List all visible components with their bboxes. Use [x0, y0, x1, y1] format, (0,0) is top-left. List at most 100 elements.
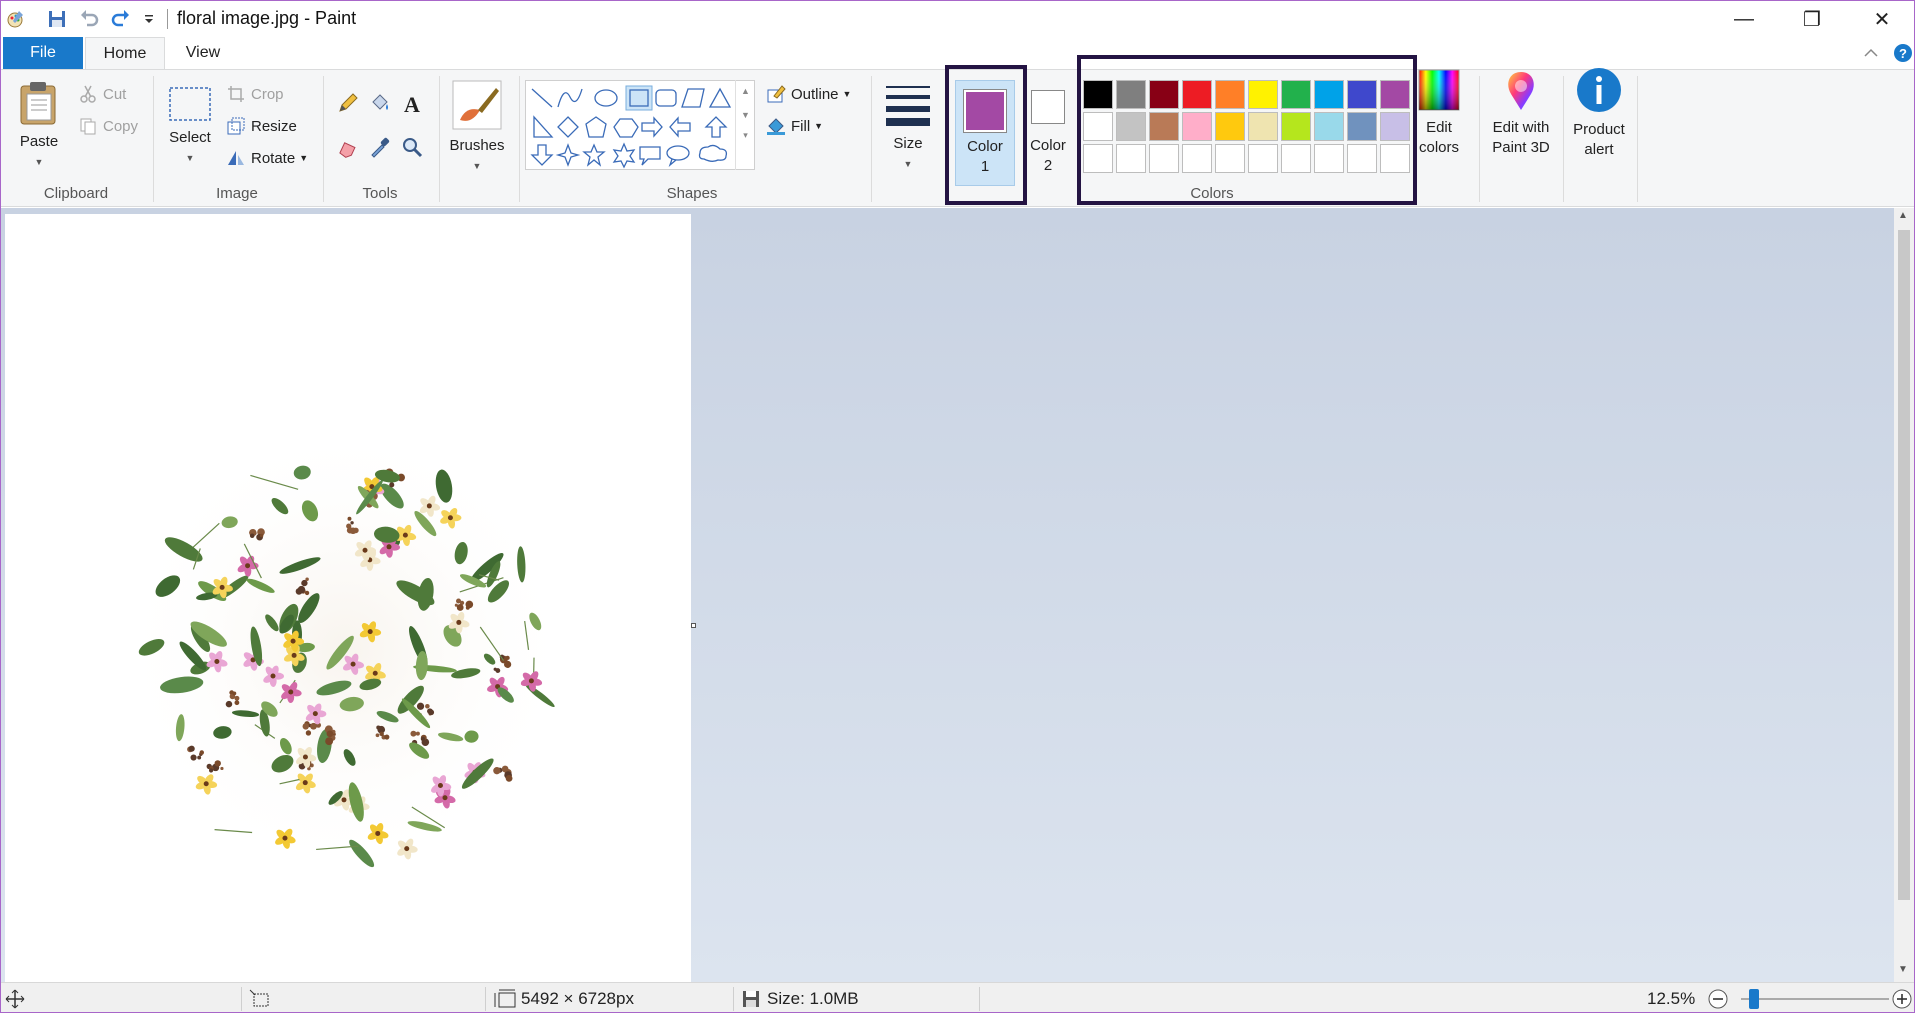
- copy-button[interactable]: Copy: [77, 114, 138, 138]
- size-dropdown-icon[interactable]: ▼: [881, 154, 935, 174]
- tab-view[interactable]: View: [165, 37, 241, 69]
- palette-swatch[interactable]: [1083, 112, 1113, 141]
- pencil-icon[interactable]: [335, 90, 361, 116]
- color1-button[interactable]: Color 1: [955, 80, 1015, 186]
- color-picker-icon[interactable]: [367, 134, 393, 160]
- close-button[interactable]: ✕: [1853, 1, 1911, 37]
- paint3d-icon: [1508, 72, 1534, 110]
- group-separator: [1563, 76, 1564, 202]
- palette-swatch[interactable]: [1380, 112, 1410, 141]
- crop-label: Crop: [251, 85, 284, 103]
- customize-quick-access-icon[interactable]: [141, 7, 157, 31]
- custom-color-slot[interactable]: [1281, 144, 1311, 173]
- drawing-canvas[interactable]: [5, 214, 691, 984]
- canvas-resize-handle[interactable]: [691, 623, 696, 628]
- custom-color-slot[interactable]: [1083, 144, 1113, 173]
- scroll-up-icon[interactable]: ▲: [1898, 210, 1908, 221]
- magnifier-icon[interactable]: [399, 134, 425, 160]
- crop-button[interactable]: Crop: [225, 82, 284, 106]
- minimize-icon: —: [1734, 7, 1754, 30]
- palette-swatch[interactable]: [1281, 80, 1311, 109]
- copy-label: Copy: [103, 117, 139, 135]
- paint-app-icon[interactable]: [3, 7, 27, 31]
- brushes-button[interactable]: Brushes ▼: [445, 80, 509, 176]
- custom-color-slot[interactable]: [1149, 144, 1179, 173]
- edit-colors-label: Edit: [1426, 119, 1452, 136]
- edit-with-paint3d-button[interactable]: Edit with Paint 3D: [1483, 70, 1559, 158]
- zoom-slider-track[interactable]: [1741, 998, 1889, 1000]
- clipboard-group-label: Clipboard: [43, 185, 109, 202]
- undo-icon[interactable]: [77, 7, 101, 31]
- save-icon[interactable]: [45, 7, 69, 31]
- custom-color-slot[interactable]: [1347, 144, 1377, 173]
- select-dropdown-icon[interactable]: ▼: [163, 148, 217, 168]
- resize-button[interactable]: Resize: [225, 114, 297, 138]
- palette-swatch[interactable]: [1149, 112, 1179, 141]
- cut-button[interactable]: Cut: [77, 82, 126, 106]
- paste-button[interactable]: Paste ▼: [11, 80, 67, 172]
- dimensions-text: 5492 × 6728px: [521, 989, 634, 1008]
- restore-button[interactable]: ❐: [1783, 1, 1841, 37]
- custom-color-slot[interactable]: [1182, 144, 1212, 173]
- palette-swatch[interactable]: [1248, 80, 1278, 109]
- collapse-ribbon-icon[interactable]: [1861, 43, 1881, 63]
- zoom-slider-thumb[interactable]: [1749, 989, 1759, 1009]
- tab-file[interactable]: File: [3, 37, 83, 69]
- outline-button[interactable]: Outline ▼: [765, 82, 851, 106]
- palette-swatch[interactable]: [1116, 112, 1146, 141]
- palette-swatch[interactable]: [1347, 112, 1377, 141]
- color1-swatch: [963, 89, 1007, 133]
- palette-swatch[interactable]: [1314, 80, 1344, 109]
- color2-button[interactable]: Color 2: [1023, 80, 1075, 186]
- group-separator: [519, 76, 520, 202]
- palette-swatch[interactable]: [1215, 80, 1245, 109]
- tab-home[interactable]: Home: [85, 37, 165, 69]
- select-button[interactable]: Select ▼: [163, 86, 217, 168]
- size-button[interactable]: Size ▼: [881, 82, 935, 174]
- edit-colors-button[interactable]: Edit colors: [1409, 69, 1469, 158]
- eraser-icon[interactable]: [335, 134, 361, 160]
- scroll-down-icon[interactable]: ▼: [1898, 964, 1908, 975]
- custom-color-slot[interactable]: [1116, 144, 1146, 173]
- palette-swatch[interactable]: [1182, 80, 1212, 109]
- palette-swatch[interactable]: [1083, 80, 1113, 109]
- palette-swatch[interactable]: [1116, 80, 1146, 109]
- fill-button[interactable]: Fill ▼: [765, 114, 823, 138]
- disk-icon: [743, 991, 759, 1007]
- palette-swatch[interactable]: [1380, 80, 1410, 109]
- shapes-gallery: [525, 80, 755, 170]
- palette-swatch[interactable]: [1149, 80, 1179, 109]
- zoom-out-button[interactable]: [1707, 983, 1729, 1012]
- palette-swatch[interactable]: [1347, 80, 1377, 109]
- paste-dropdown-icon[interactable]: ▼: [11, 152, 67, 172]
- custom-color-slot[interactable]: [1314, 144, 1344, 173]
- shapes-scroll-up-icon[interactable]: ▲: [736, 86, 755, 96]
- custom-color-slot[interactable]: [1248, 144, 1278, 173]
- redo-icon[interactable]: [109, 7, 133, 31]
- shapes-gallery-scroll[interactable]: ▲ ▼ ▾: [735, 80, 755, 170]
- text-tool-icon[interactable]: A: [399, 90, 425, 116]
- brushes-dropdown-icon[interactable]: ▼: [445, 156, 509, 176]
- palette-swatch[interactable]: [1281, 112, 1311, 141]
- help-icon[interactable]: ?: [1893, 43, 1913, 63]
- minimize-button[interactable]: —: [1715, 1, 1773, 37]
- colors-group-label: Colors: [1190, 185, 1234, 202]
- zoom-in-button[interactable]: [1891, 983, 1913, 1012]
- palette-swatch[interactable]: [1182, 112, 1212, 141]
- copy-icon: [77, 115, 99, 137]
- product-alert-button[interactable]: Product alert: [1565, 68, 1633, 160]
- scrollbar-thumb[interactable]: [1898, 230, 1910, 900]
- palette-swatch[interactable]: [1215, 112, 1245, 141]
- rotate-label: Rotate: [251, 149, 296, 167]
- custom-color-slot[interactable]: [1380, 144, 1410, 173]
- shapes-scroll-down-icon[interactable]: ▼: [736, 110, 755, 120]
- fill-icon: [765, 115, 787, 137]
- floral-wreath-image: [115, 419, 575, 879]
- rotate-button[interactable]: Rotate ▼: [225, 146, 308, 170]
- palette-swatch[interactable]: [1314, 112, 1344, 141]
- palette-swatch[interactable]: [1248, 112, 1278, 141]
- vertical-scrollbar[interactable]: ▲ ▼: [1894, 208, 1914, 982]
- shapes-more-icon[interactable]: ▾: [736, 130, 755, 141]
- custom-color-slot[interactable]: [1215, 144, 1245, 173]
- fill-bucket-icon[interactable]: [367, 90, 393, 116]
